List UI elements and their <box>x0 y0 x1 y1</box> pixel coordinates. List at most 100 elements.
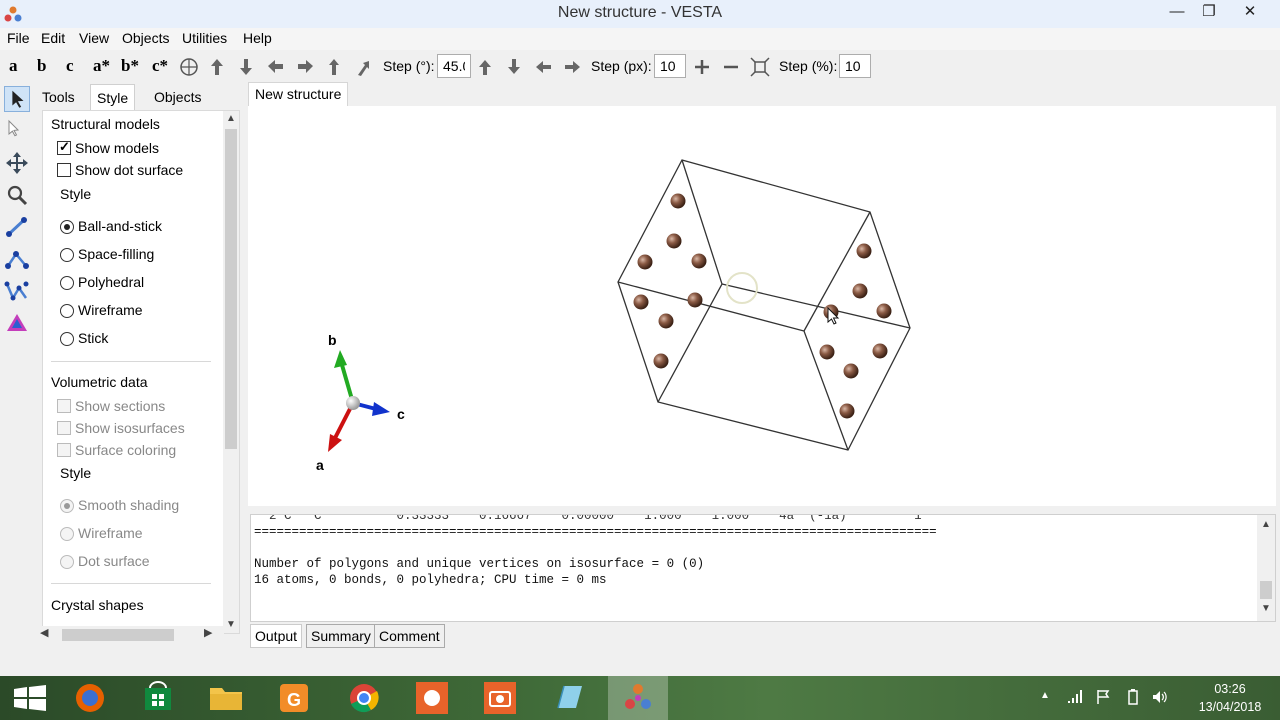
output-text-area[interactable]: 2 C C 0.33333 0.16667 0.00000 1.000 1.00… <box>250 514 1276 622</box>
menu-objects[interactable]: Objects <box>122 30 169 46</box>
atom[interactable] <box>670 193 686 209</box>
translate-right-icon[interactable] <box>561 56 583 78</box>
output-scrollbar[interactable]: ▲ ▼ <box>1257 515 1275 621</box>
view-along-a-star-button[interactable]: a* <box>93 56 110 76</box>
angle-tool-icon[interactable] <box>4 246 30 272</box>
tab-new-structure[interactable]: New structure <box>248 82 349 106</box>
view-along-b-star-button[interactable]: b* <box>121 56 139 76</box>
system-clock[interactable]: 03:26 13/04/2018 <box>1188 680 1272 716</box>
volumetric-wireframe-radio[interactable] <box>60 527 74 541</box>
atom[interactable] <box>658 313 674 329</box>
style-wireframe-radio[interactable] <box>60 304 74 318</box>
step-deg-up-icon[interactable] <box>474 56 496 78</box>
step-px-input[interactable] <box>654 54 686 78</box>
atom[interactable] <box>691 253 707 269</box>
notes-app-taskbar-icon[interactable] <box>540 676 600 720</box>
lattice-plane-tool-icon[interactable] <box>4 310 30 336</box>
screenshot-app-taskbar-icon[interactable] <box>470 676 530 720</box>
rotate-ccw-icon[interactable] <box>324 56 346 78</box>
pdf-app-taskbar-icon[interactable]: G <box>264 676 324 720</box>
dot-surface-radio[interactable] <box>60 555 74 569</box>
output-scroll-down-icon[interactable]: ▼ <box>1261 603 1271 614</box>
zoom-in-icon[interactable] <box>691 56 713 78</box>
atom[interactable] <box>633 294 649 310</box>
menu-file[interactable]: File <box>7 30 30 46</box>
firefox-taskbar-icon[interactable] <box>60 676 120 720</box>
distance-tool-icon[interactable] <box>4 214 30 240</box>
step-pct-input[interactable] <box>839 54 871 78</box>
scroll-left-icon[interactable]: ◀ <box>40 626 48 639</box>
tab-summary[interactable]: Summary <box>306 624 376 648</box>
step-deg-input[interactable] <box>437 54 471 78</box>
menu-view[interactable]: View <box>79 30 109 46</box>
select-tool-icon[interactable] <box>4 86 30 112</box>
rotate-cw-icon[interactable] <box>352 56 374 78</box>
show-dot-surface-checkbox[interactable] <box>57 163 71 177</box>
network-signal-icon[interactable] <box>1066 689 1082 705</box>
atom[interactable] <box>843 363 859 379</box>
zoom-out-icon[interactable] <box>720 56 742 78</box>
atom[interactable] <box>839 403 855 419</box>
view-along-b-button[interactable]: b <box>37 56 46 76</box>
atom[interactable] <box>856 243 872 259</box>
panel-hscroll-thumb[interactable] <box>62 629 174 641</box>
view-along-c-star-button[interactable]: c* <box>152 56 168 76</box>
tab-comment[interactable]: Comment <box>374 624 445 648</box>
battery-icon[interactable] <box>1127 689 1139 705</box>
style-stick-radio[interactable] <box>60 332 74 346</box>
translate-tool-icon[interactable] <box>4 150 30 176</box>
rotate-up-icon[interactable] <box>206 56 228 78</box>
volume-icon[interactable] <box>1152 689 1168 705</box>
fit-to-screen-icon[interactable] <box>749 56 771 78</box>
show-sections-checkbox[interactable] <box>57 399 71 413</box>
vesta-taskbar-button[interactable] <box>608 676 668 720</box>
step-deg-down-icon[interactable] <box>503 56 525 78</box>
menu-help[interactable]: Help <box>243 30 272 46</box>
tray-overflow-icon[interactable]: ▲ <box>1040 690 1050 701</box>
structure-drawing[interactable]: b c a <box>248 106 1276 506</box>
close-button[interactable]: ✕ <box>1234 0 1266 26</box>
view-along-c-button[interactable]: c <box>66 56 74 76</box>
chrome-taskbar-icon[interactable] <box>334 676 394 720</box>
show-models-checkbox[interactable] <box>57 139 71 155</box>
magnify-tool-icon[interactable] <box>4 182 30 208</box>
style-polyhedral-radio[interactable] <box>60 276 74 290</box>
show-isosurfaces-checkbox[interactable] <box>57 421 71 435</box>
rotate-down-icon[interactable] <box>235 56 257 78</box>
screen-recorder-taskbar-icon[interactable] <box>402 676 462 720</box>
rotate-left-icon[interactable] <box>265 56 287 78</box>
atom[interactable] <box>876 303 892 319</box>
file-explorer-taskbar-icon[interactable] <box>196 676 256 720</box>
style-ball-and-stick-radio[interactable] <box>60 220 74 234</box>
output-scroll-up-icon[interactable]: ▲ <box>1261 519 1271 530</box>
maximize-button[interactable]: ❐ <box>1192 0 1226 26</box>
minimize-button[interactable]: — <box>1160 0 1194 26</box>
smooth-shading-radio[interactable] <box>60 499 74 513</box>
tab-objects[interactable]: Objects <box>148 84 207 110</box>
panel-scroll-thumb[interactable] <box>225 129 237 449</box>
panel-horizontal-scrollbar[interactable]: ◀ ▶ <box>34 626 224 644</box>
atom[interactable] <box>666 233 682 249</box>
structure-view-canvas[interactable]: b c a <box>248 106 1276 506</box>
tab-tools[interactable]: Tools <box>36 84 81 110</box>
menu-edit[interactable]: Edit <box>41 30 65 46</box>
surface-coloring-checkbox[interactable] <box>57 443 71 457</box>
panel-vertical-scrollbar[interactable]: ▲ ▼ <box>223 111 239 633</box>
atom[interactable] <box>852 283 868 299</box>
translate-left-icon[interactable] <box>533 56 555 78</box>
windows-start-icon[interactable] <box>0 676 60 720</box>
tab-style[interactable]: Style <box>90 84 136 110</box>
dihedral-tool-icon[interactable] <box>4 278 30 304</box>
tab-output[interactable]: Output <box>250 624 303 648</box>
atom[interactable] <box>819 344 835 360</box>
output-scroll-thumb[interactable] <box>1260 581 1272 599</box>
view-along-a-button[interactable]: a <box>9 56 18 76</box>
store-taskbar-icon[interactable] <box>128 676 188 720</box>
standard-orientation-icon[interactable] <box>178 56 200 78</box>
scroll-up-icon[interactable]: ▲ <box>226 113 236 124</box>
scroll-right-icon[interactable]: ▶ <box>204 626 212 639</box>
atom[interactable] <box>637 254 653 270</box>
rotate-right-icon[interactable] <box>294 56 316 78</box>
select-multiple-tool-icon[interactable] <box>4 118 30 144</box>
scroll-down-icon[interactable]: ▼ <box>226 619 236 630</box>
